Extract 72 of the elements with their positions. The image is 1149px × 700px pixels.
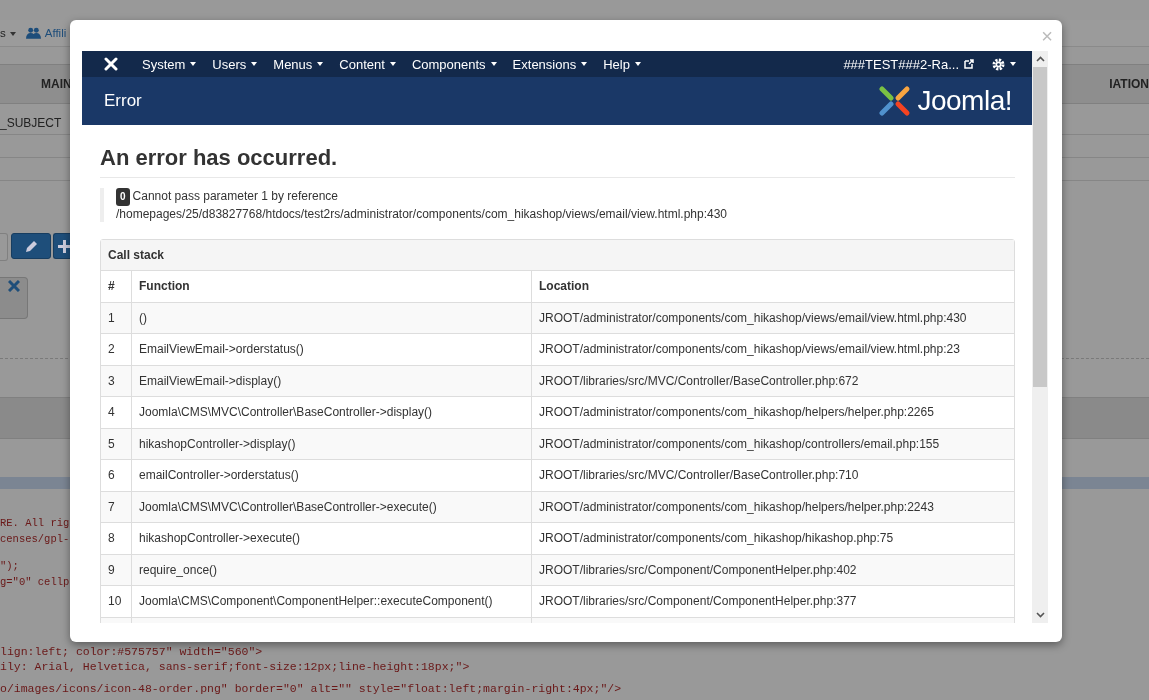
edit-button[interactable]: [11, 233, 51, 259]
code-line: RE. All rig: [0, 516, 70, 531]
table-cell: 7: [101, 491, 132, 523]
menu-item[interactable]: Users: [204, 56, 266, 72]
menu-item[interactable]: Extensions: [504, 56, 596, 72]
code-line: censes/gpl-: [0, 532, 70, 547]
menu-item[interactable]: Content: [331, 56, 404, 72]
table-cell: 1: [101, 302, 132, 334]
column-header: Function: [131, 271, 532, 302]
table-cell: Joomla\CMS\MVC\Controller\BaseController->execute(): [131, 491, 532, 523]
table-cell: 2: [101, 333, 132, 365]
column-header: IATION: [1109, 77, 1149, 91]
table-cell: (): [131, 302, 532, 334]
table-cell: hikashopController->execute(): [131, 522, 532, 554]
error-path: /homepages/25/d83827768/htdocs/test2rs/administrator/components/com_hikashop/views/email/view.html.php:430: [116, 206, 728, 222]
select-field[interactable]: [0, 233, 8, 261]
table-cell: EmailViewEmail->display(): [131, 365, 532, 397]
table-cell: 8: [101, 522, 132, 554]
menu-item[interactable]: Menus: [265, 56, 332, 72]
caret-icon: [490, 62, 497, 66]
users-icon: [25, 27, 41, 39]
table-cell: 6: [101, 459, 132, 491]
settings-icon: [992, 57, 1005, 71]
menu-item[interactable]: System: [134, 56, 205, 72]
plus-icon: [58, 239, 71, 253]
code-line: ");: [0, 559, 19, 574]
page-title: Error: [104, 91, 142, 111]
joomla-icon: [104, 57, 118, 71]
table-cell: hikashopController->display(): [131, 428, 532, 460]
caret-icon: [389, 62, 396, 66]
add-button[interactable]: [53, 233, 71, 259]
scroll-up-icon: [1035, 56, 1045, 62]
table-cell: Joomla\CMS\Component\ComponentHelper::executeComponent(): [131, 585, 532, 617]
table-cell: Joomla\CMS\MVC\Controller\BaseController->display(): [131, 396, 532, 428]
close-icon: [7, 280, 20, 292]
caret-icon: [1010, 62, 1016, 66]
toolbar-menu[interactable]: s: [0, 27, 16, 39]
joomla-logo: Joomla!: [879, 85, 1012, 117]
table-cell: require_once(): [131, 554, 532, 586]
code-line: ily: Arial, Helvetica, sans-serif;font-size:12px;line-height:18px;">: [0, 659, 470, 674]
caret-icon: [251, 62, 258, 66]
site-link[interactable]: ###TEST###2-Ra...: [843, 56, 974, 72]
settings-menu[interactable]: [992, 57, 1016, 71]
caret-icon: [581, 62, 588, 66]
caret-icon: [317, 62, 324, 66]
remove-button[interactable]: [0, 277, 28, 319]
code-line: g="0" cellp: [0, 575, 70, 590]
pencil-icon: [24, 239, 38, 253]
table-cell: 4: [101, 396, 132, 428]
scrollbar[interactable]: [1032, 51, 1048, 623]
error-code-badge: 0: [116, 188, 130, 206]
table-cell: 5: [101, 428, 132, 460]
table-cell: 10: [101, 585, 132, 617]
caret-icon: [9, 31, 16, 36]
table-cell: emailController->orderstatus(): [131, 459, 532, 491]
table-cell: EmailViewEmail->orderstatus(): [131, 333, 532, 365]
table-cell: 3: [101, 365, 132, 397]
code-line: o/images/icons/icon-48-order.png" border="0" alt="" style="float:left;margin-right:4px;"/>: [0, 681, 622, 696]
call-stack-title: Call stack: [101, 240, 1014, 271]
menu-item[interactable]: Help: [595, 56, 649, 72]
error-message: Cannot pass parameter 1 by reference: [132, 189, 338, 203]
code-line: lign:left; color:#575757" width="560">: [0, 644, 263, 659]
field-value: _SUBJECT: [0, 116, 62, 130]
caret-icon: [190, 62, 197, 66]
column-header: Location: [531, 271, 1014, 302]
external-link-icon: [964, 59, 974, 69]
error-heading: An error has occurred.: [100, 145, 1015, 178]
column-header: #: [101, 271, 132, 302]
scroll-down-icon: [1035, 612, 1045, 618]
table-cell: 9: [101, 554, 132, 586]
caret-icon: [634, 62, 641, 66]
menu-item[interactable]: Components: [403, 56, 505, 72]
